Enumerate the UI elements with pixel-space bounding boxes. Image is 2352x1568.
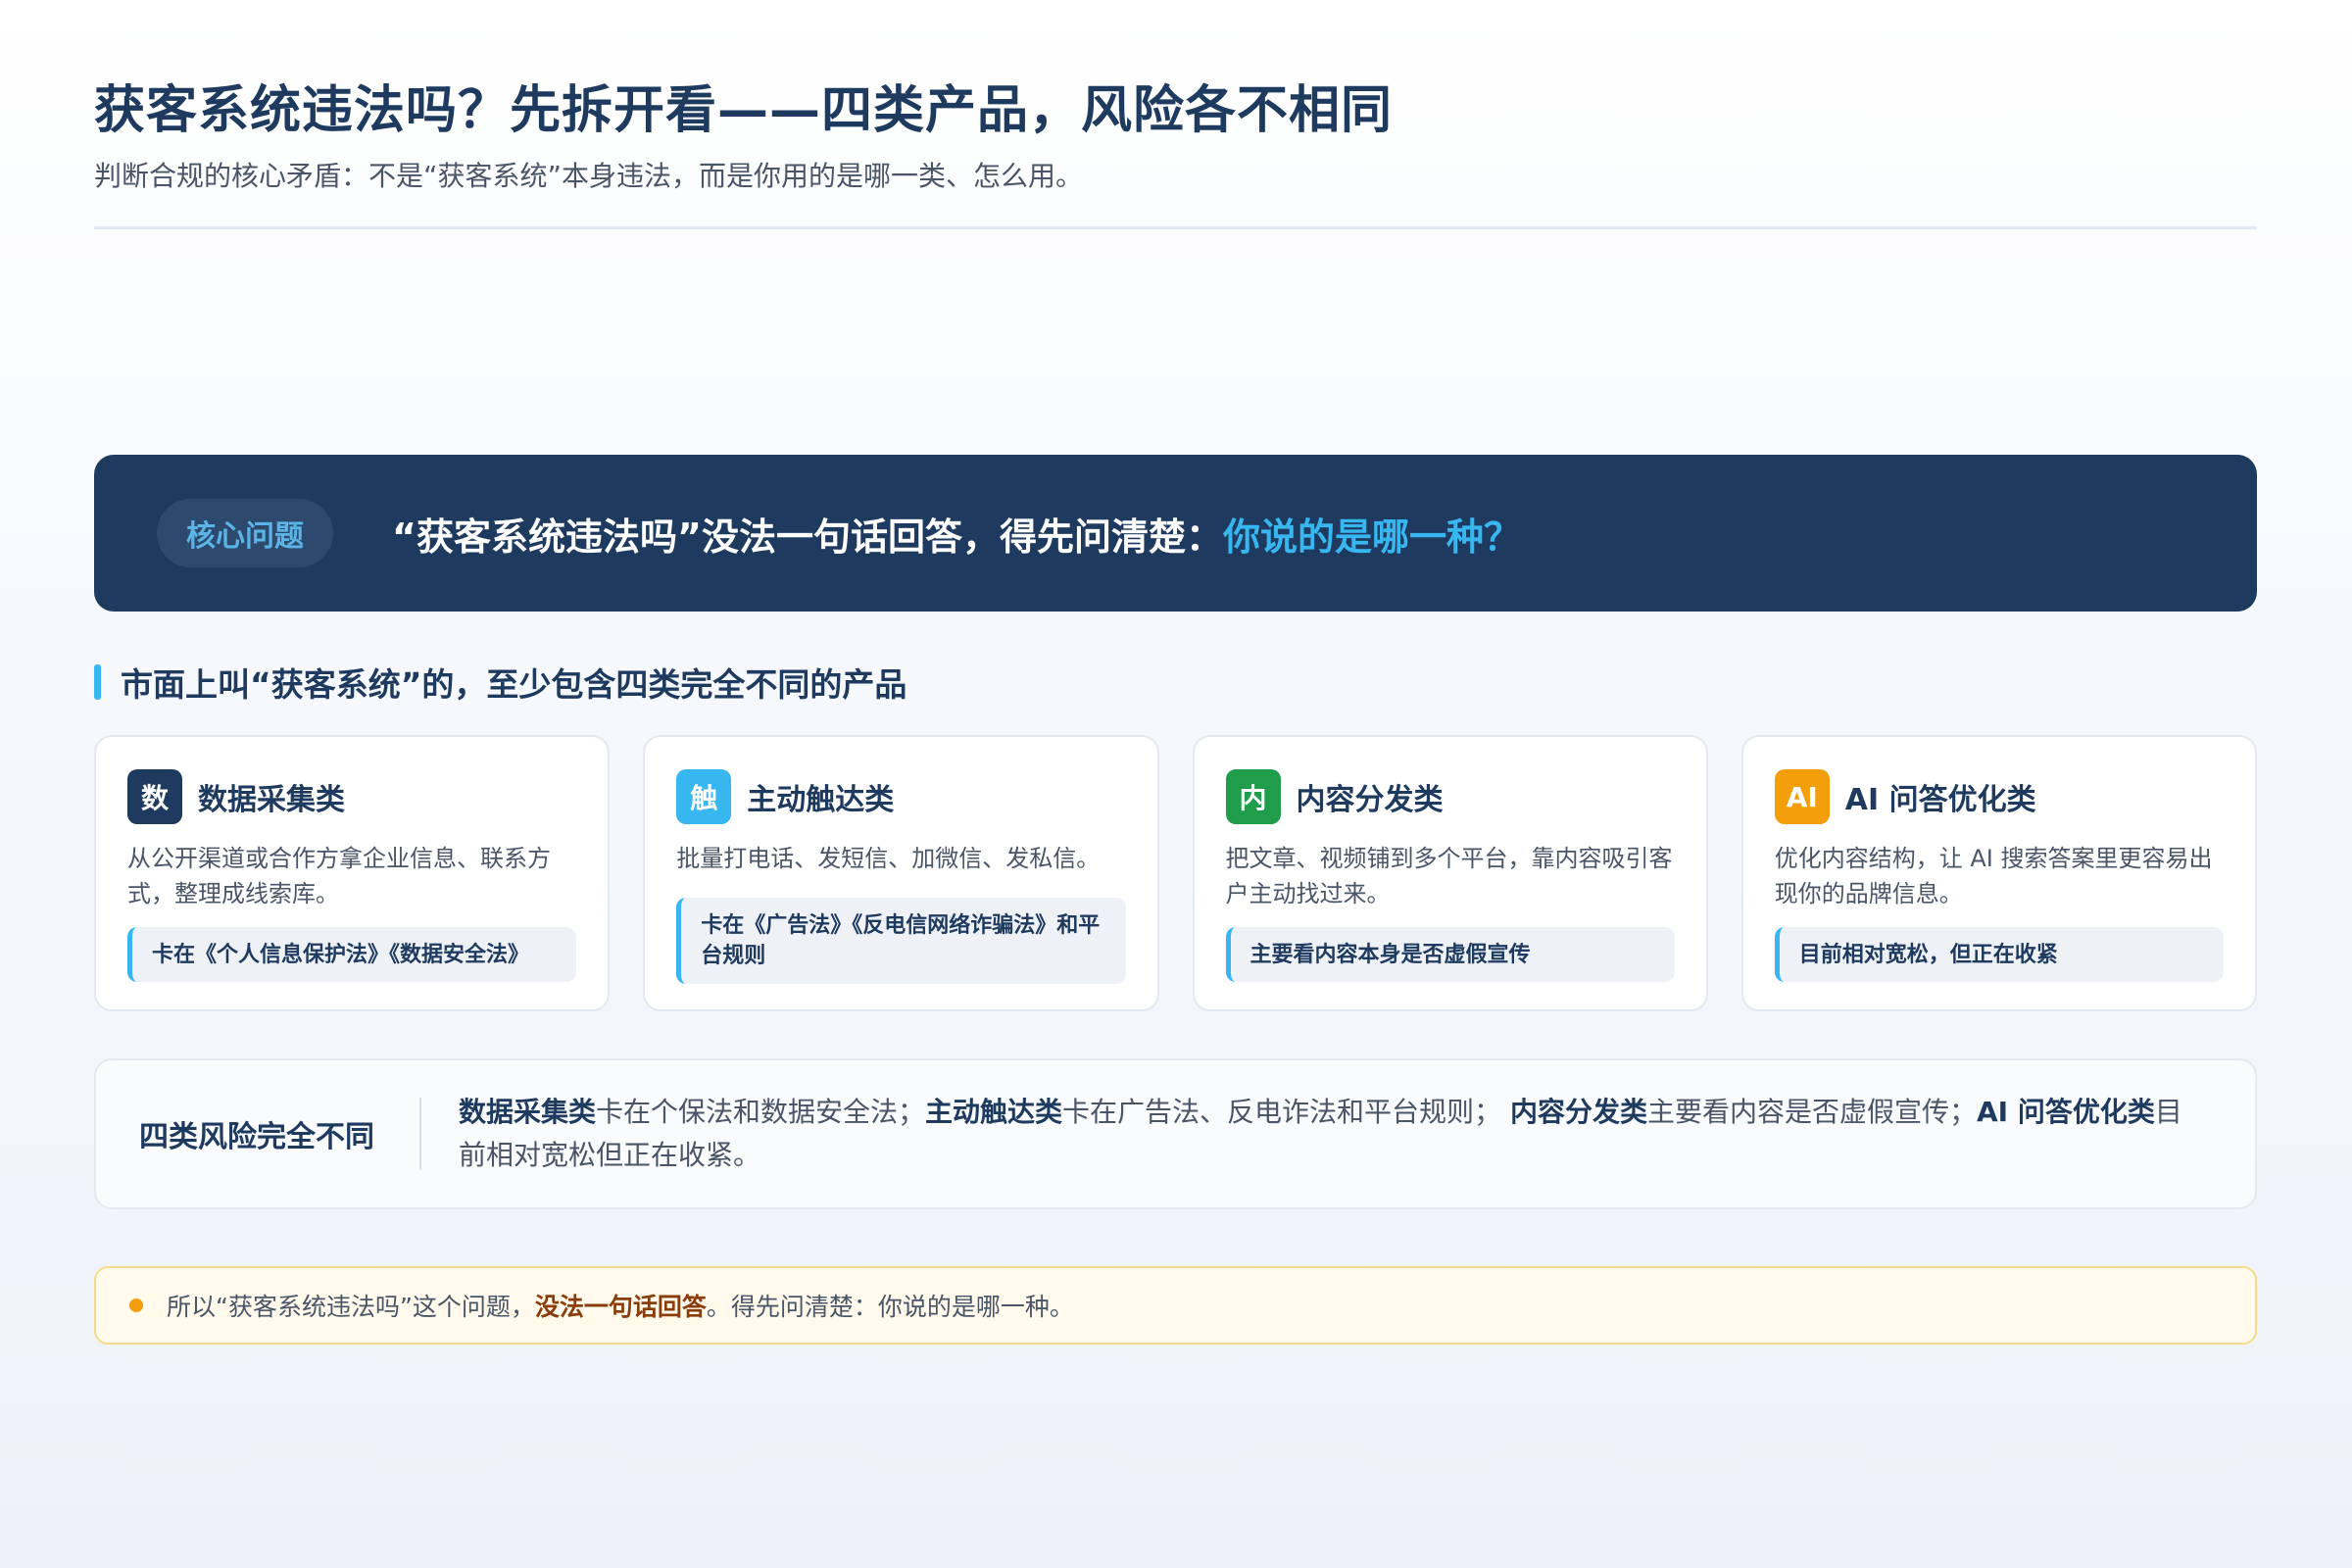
card-risk-note: 卡在《个人信息保护法》《数据安全法》 [127,927,577,982]
card-description: 优化内容结构，让 AI 搜索答案里更容易出现你的品牌信息。 [1774,845,2213,907]
section-heading: 市面上叫“获客系统”的，至少包含四类完全不同的产品 [94,662,906,704]
summary-term: AI 问答优化类 [1976,1096,2155,1128]
core-question-tag: 核心问题 [157,499,333,567]
card-risk-note: 目前相对宽松，但正在收紧 [1774,927,2224,982]
conclusion-lead: 所以“获客系统违法吗”这个问题， [167,1293,535,1321]
data-collection-icon: 数 [127,769,182,824]
card-title: 数据采集类 [198,783,345,817]
summary-detail: 卡在广告法、反电诈法和平台规则； [1062,1096,1510,1128]
ai-optimization-icon: AI [1774,769,1830,824]
card-header: 数 数据采集类 [127,768,576,825]
risk-summary-label: 四类风险完全不同 [139,1120,374,1154]
page-subtitle: 判断合规的核心矛盾：不是“获客系统”本身违法，而是你用的是哪一类、怎么用。 [94,160,1084,192]
conclusion-tail: 。得先问清楚：你说的是哪一种。 [706,1293,1074,1321]
bullet-dot-icon [129,1298,143,1312]
active-outreach-icon: 触 [676,769,732,824]
core-question-banner: 核心问题 “获客系统违法吗”没法一句话回答，得先问清楚：你说的是哪一种？ [94,455,2257,612]
product-card-active-outreach: 触 主动触达类 批量打电话、发短信、加微信、发私信。 卡在《广告法》《反电信网络… [643,735,1159,1011]
page-title: 获客系统违法吗？先拆开看——四类产品，风险各不相同 [94,81,1394,140]
card-description: 从公开渠道或合作方拿企业信息、联系方式，整理成线索库。 [127,845,551,907]
card-description: 把文章、视频铺到多个平台，靠内容吸引客户主动找过来。 [1225,845,1673,907]
product-card-data-collection: 数 数据采集类 从公开渠道或合作方拿企业信息、联系方式，整理成线索库。 卡在《个… [94,735,611,1011]
product-card-content-distribution: 内 内容分发类 把文章、视频铺到多个平台，靠内容吸引客户主动找过来。 主要看内容… [1192,735,1708,1011]
section-title: 市面上叫“获客系统”的，至少包含四类完全不同的产品 [121,665,907,704]
core-question-text: “获客系统违法吗”没法一句话回答，得先问清楚：你说的是哪一种？ [392,507,1521,561]
conclusion-emphasis: 没法一句话回答 [534,1293,707,1321]
summary-term: 数据采集类 [459,1096,597,1128]
content-distribution-icon: 内 [1225,769,1281,824]
section-accent-bar [94,664,101,700]
summary-term: 主动触达类 [925,1096,1063,1128]
card-header: 触 主动触达类 [676,768,1125,825]
risk-summary-text: 数据采集类卡在个保法和数据安全法；主动触达类卡在广告法、反电诈法和平台规则； 内… [421,1091,2255,1177]
core-question-statement: “获客系统违法吗”没法一句话回答，得先问清楚： [392,514,1223,559]
summary-detail: 卡在个保法和数据安全法； [596,1096,926,1128]
card-title: 内容分发类 [1296,783,1444,817]
conclusion-text: 所以“获客系统违法吗”这个问题，没法一句话回答。得先问清楚：你说的是哪一种。 [167,1288,1074,1323]
card-risk-note: 卡在《广告法》《反电信网络诈骗法》和平台规则 [676,898,1126,984]
card-title: AI 问答优化类 [1844,783,2036,817]
card-header: AI AI 问答优化类 [1774,768,2224,825]
card-header: 内 内容分发类 [1225,768,1675,825]
conclusion-callout: 所以“获客系统违法吗”这个问题，没法一句话回答。得先问清楚：你说的是哪一种。 [94,1266,2257,1345]
header-divider [94,226,2257,229]
summary-term: 内容分发类 [1509,1096,1647,1128]
core-question-highlight: 你说的是哪一种？ [1222,514,1521,559]
risk-summary-box: 四类风险完全不同 数据采集类卡在个保法和数据安全法；主动触达类卡在广告法、反电诈… [94,1058,2257,1209]
card-title: 主动触达类 [747,783,895,817]
product-card-ai-qa-optimization: AI AI 问答优化类 优化内容结构，让 AI 搜索答案里更容易出现你的品牌信息… [1740,735,2257,1011]
summary-detail: 主要看内容是否虚假宣传； [1646,1096,1977,1128]
product-card-list: 数 数据采集类 从公开渠道或合作方拿企业信息、联系方式，整理成线索库。 卡在《个… [94,735,2257,1011]
card-risk-note: 主要看内容本身是否虚假宣传 [1225,927,1675,982]
